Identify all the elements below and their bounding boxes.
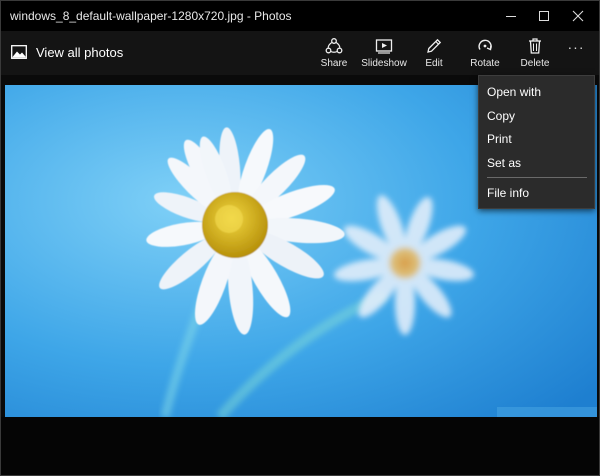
edit-button[interactable]: Edit xyxy=(409,37,459,73)
close-icon xyxy=(572,10,584,22)
photos-window: windows_8_default-wallpaper-1280x720.jpg… xyxy=(0,0,600,476)
toolbar: View all photos Share Slideshow Edit Rot… xyxy=(1,31,599,75)
slideshow-icon xyxy=(375,39,393,54)
menu-item-print[interactable]: Print xyxy=(479,128,594,150)
view-all-photos-label: View all photos xyxy=(36,44,124,60)
minimize-icon xyxy=(506,16,516,17)
share-icon xyxy=(325,38,343,54)
pencil-icon xyxy=(427,38,442,53)
menu-separator xyxy=(487,177,587,178)
view-all-photos-button[interactable]: View all photos xyxy=(11,37,123,67)
menu-item-copy[interactable]: Copy xyxy=(479,105,594,127)
close-button[interactable] xyxy=(555,1,600,31)
trash-icon xyxy=(529,38,541,54)
title-bar: windows_8_default-wallpaper-1280x720.jpg… xyxy=(1,1,599,31)
more-options-button[interactable]: ··· xyxy=(563,39,589,57)
rotate-button[interactable]: Rotate xyxy=(460,37,510,73)
share-label: Share xyxy=(320,58,348,69)
rotate-icon xyxy=(478,39,492,51)
delete-label: Delete xyxy=(520,58,550,69)
delete-button[interactable]: Delete xyxy=(510,37,560,73)
share-button[interactable]: Share xyxy=(309,37,359,73)
menu-item-file-info[interactable]: File info xyxy=(479,182,594,204)
slideshow-button[interactable]: Slideshow xyxy=(359,37,409,73)
more-options-menu: Open with Copy Print Set as File info xyxy=(478,75,595,209)
bottom-letterbox xyxy=(1,417,599,475)
edit-label: Edit xyxy=(425,58,443,69)
rotate-label: Rotate xyxy=(470,58,500,69)
slideshow-label: Slideshow xyxy=(361,58,407,69)
menu-item-set-as[interactable]: Set as xyxy=(479,152,594,174)
image-icon xyxy=(11,45,27,59)
maximize-icon xyxy=(539,11,549,21)
menu-item-open-with[interactable]: Open with xyxy=(479,81,594,103)
window-title: windows_8_default-wallpaper-1280x720.jpg… xyxy=(10,9,292,23)
